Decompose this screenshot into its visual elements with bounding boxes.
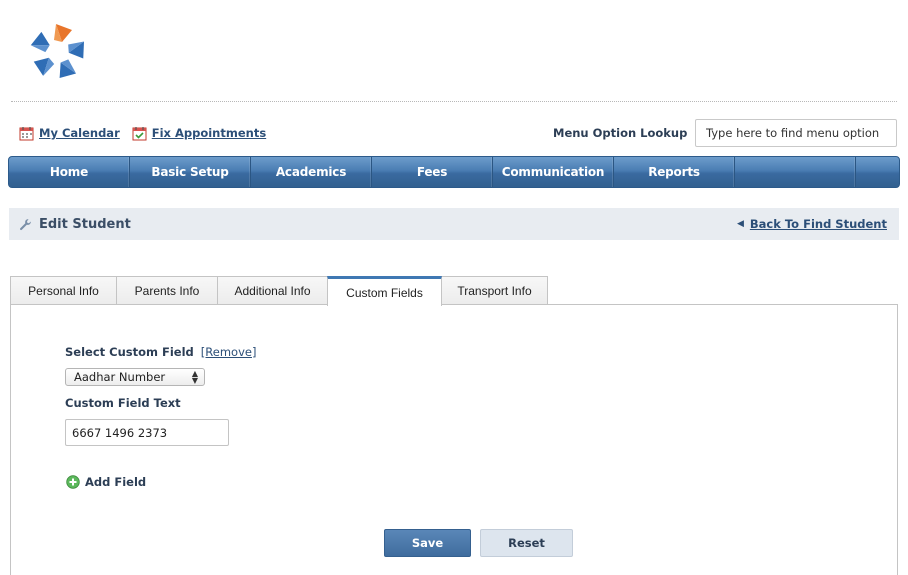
calendar-check-icon — [132, 126, 147, 140]
nav-communication[interactable]: Communication — [493, 157, 614, 187]
my-calendar-link[interactable]: My Calendar — [19, 126, 120, 141]
remove-link[interactable]: [Remove] — [201, 345, 257, 359]
tab-custom-fields[interactable]: Custom Fields — [327, 276, 442, 306]
custom-field-text-input[interactable] — [65, 419, 229, 446]
fix-appointments-link[interactable]: Fix Appointments — [132, 126, 266, 141]
calendar-icon — [19, 126, 34, 140]
add-field-label: Add Field — [85, 475, 147, 489]
nav-academics[interactable]: Academics — [251, 157, 372, 187]
reset-button[interactable]: Reset — [480, 529, 573, 557]
nav-reports[interactable]: Reports — [614, 157, 735, 187]
main-nav: Home Basic Setup Academics Fees Communic… — [8, 156, 900, 188]
tab-personal-info[interactable]: Personal Info — [10, 276, 117, 305]
page-title-text: Edit Student — [39, 216, 131, 232]
quick-links: My Calendar Fix Appointments — [19, 124, 278, 142]
tab-transport-info[interactable]: Transport Info — [441, 276, 548, 305]
fix-appointments-label: Fix Appointments — [151, 126, 267, 140]
select-updown-icon: ▲ ▼ — [191, 369, 198, 385]
back-link-label: Back To Find Student — [749, 217, 887, 231]
my-calendar-label: My Calendar — [39, 126, 120, 140]
page-title: Edit Student — [19, 208, 131, 240]
menu-lookup-label: Menu Option Lookup — [553, 126, 688, 140]
plus-circle-icon — [66, 475, 80, 489]
page-title-bar: Edit Student ◀ Back To Find Student — [9, 208, 899, 240]
nav-fees[interactable]: Fees — [372, 157, 493, 187]
header-divider — [11, 101, 897, 102]
nav-basic-setup[interactable]: Basic Setup — [130, 157, 251, 187]
custom-field-select[interactable]: Aadhar Number ▲ ▼ — [65, 368, 205, 386]
save-button[interactable]: Save — [384, 529, 471, 557]
student-tabs: Personal Info Parents Info Additional In… — [10, 276, 548, 306]
wrench-icon — [19, 218, 31, 230]
custom-field-text-label: Custom Field Text — [65, 396, 181, 410]
nav-empty — [735, 157, 856, 187]
back-to-find-student-link[interactable]: ◀ Back To Find Student — [737, 208, 887, 240]
nav-home[interactable]: Home — [9, 157, 130, 187]
custom-field-select-value: Aadhar Number — [74, 370, 166, 384]
add-field-button[interactable]: Add Field — [66, 475, 146, 489]
select-custom-field-row: Select Custom Field [Remove] — [65, 345, 256, 359]
tab-additional-info[interactable]: Additional Info — [217, 276, 328, 305]
select-custom-field-label: Select Custom Field — [65, 345, 194, 359]
back-arrow-icon: ◀ — [736, 219, 744, 229]
tab-parents-info[interactable]: Parents Info — [116, 276, 218, 305]
star-pinwheel-logo — [30, 24, 85, 79]
menu-lookup-input[interactable] — [695, 119, 897, 147]
